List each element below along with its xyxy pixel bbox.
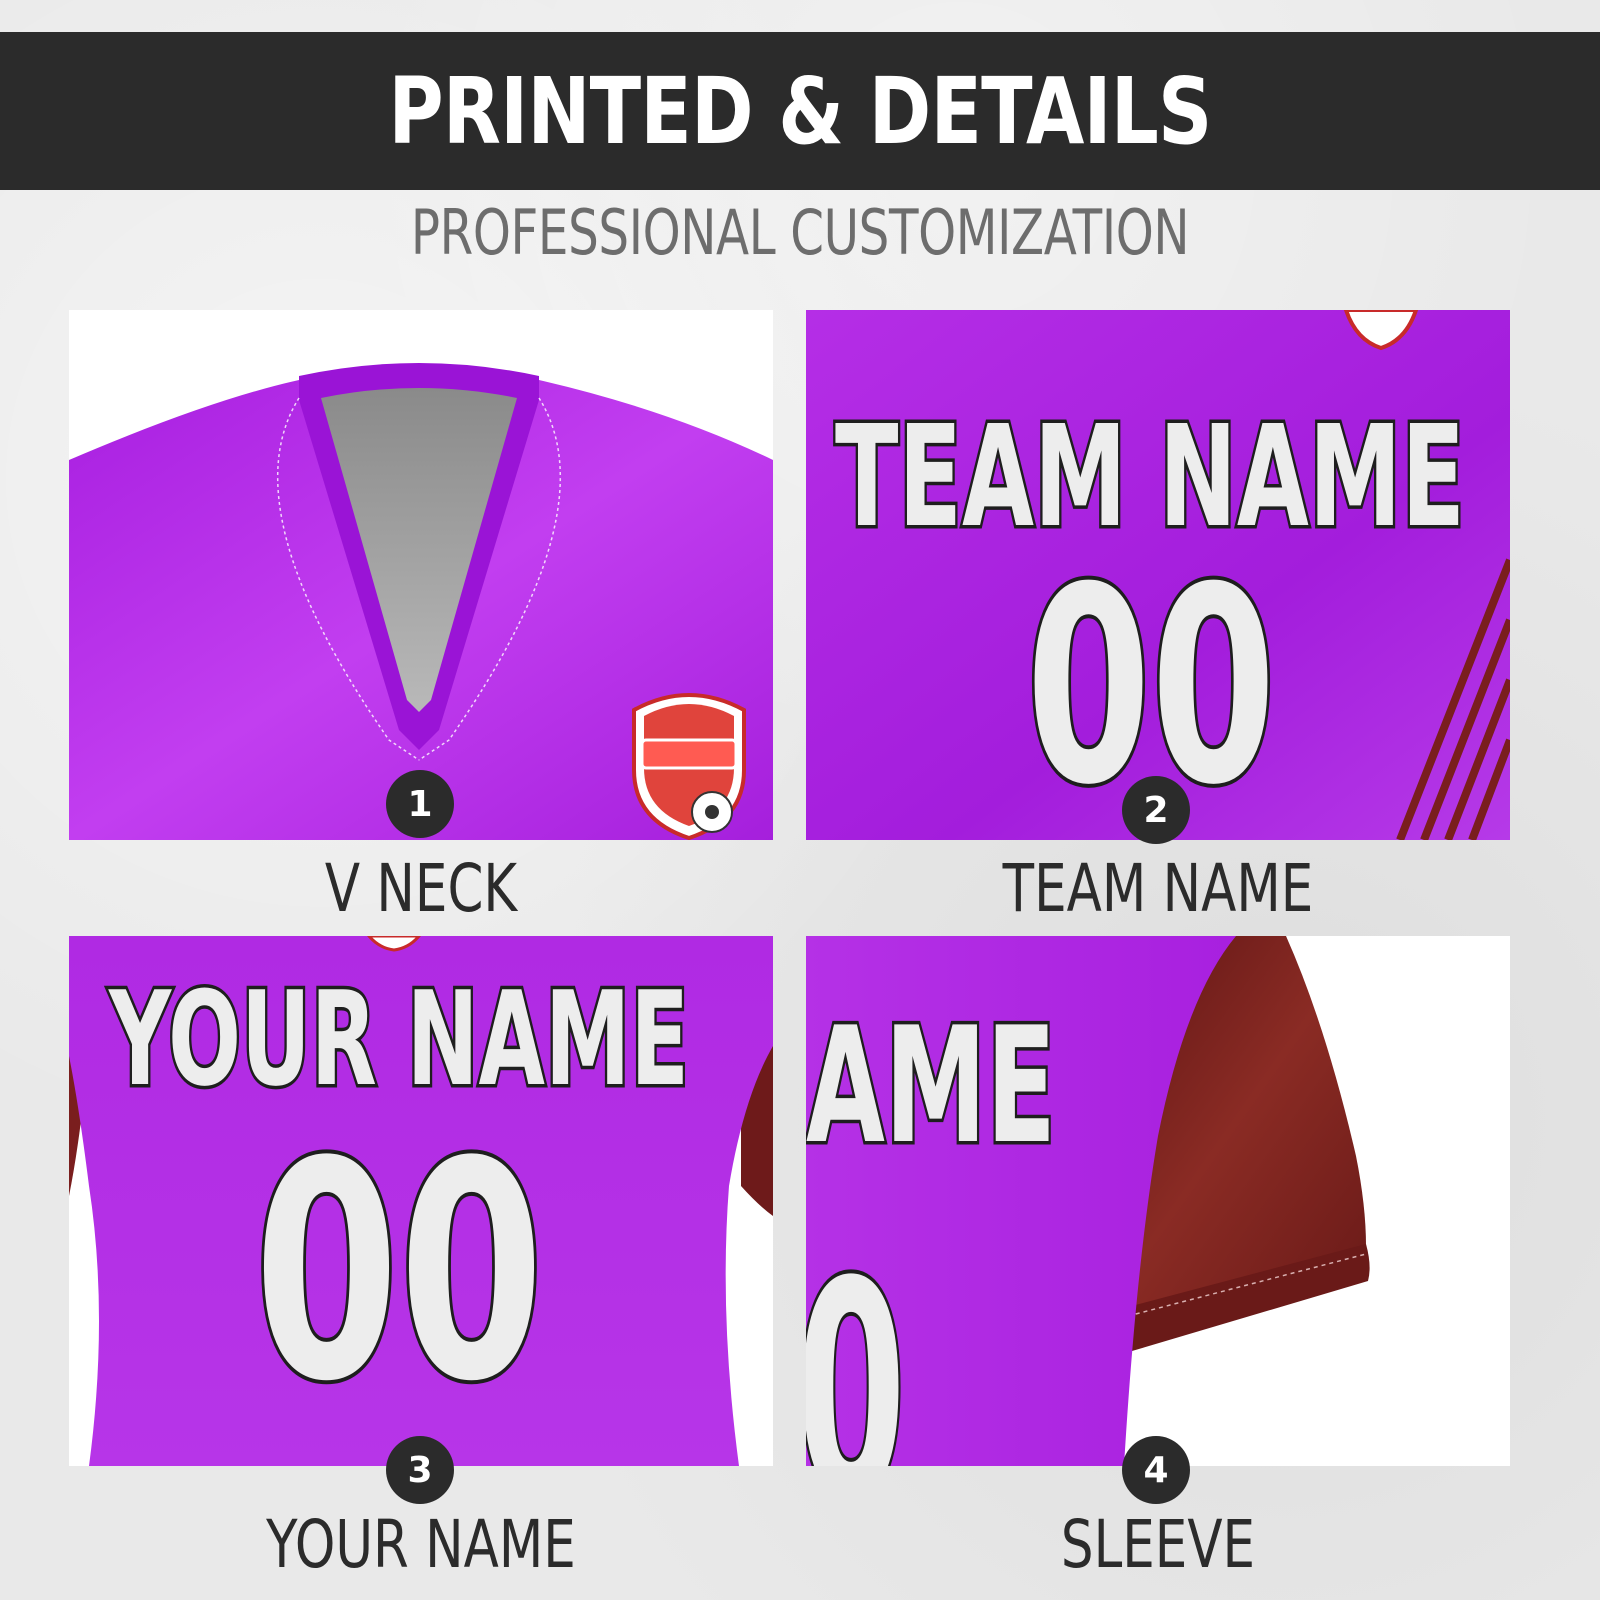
page-title: PRINTED & DETAILS (388, 57, 1212, 165)
team-name-image: TEAM NAME 00 (806, 310, 1510, 840)
label-team-name: TEAM NAME (1002, 850, 1314, 927)
step-badge-2: 2 (1122, 776, 1190, 844)
step-badge-1: 1 (386, 770, 454, 838)
label-your-name: YOUR NAME (266, 1506, 576, 1583)
player-name-image: YOUR NAME 00 (69, 936, 773, 1466)
sleeve-print-text: AME (806, 992, 1056, 1179)
sleeve-number-print: 0 (806, 1218, 906, 1466)
crest-icon (632, 693, 746, 840)
player-number-print: 00 (254, 1098, 544, 1447)
sleeve-image: AME 0 (806, 936, 1510, 1466)
step-badge-4: 4 (1122, 1436, 1190, 1504)
label-v-neck: V NECK (324, 850, 518, 927)
step-badge-3: 3 (386, 1436, 454, 1504)
title-banner: PRINTED & DETAILS (0, 32, 1600, 190)
label-sleeve: SLEEVE (1060, 1506, 1256, 1583)
v-neck-image (69, 310, 773, 840)
player-name-print-text: YOUR NAME (108, 963, 689, 1115)
page-subtitle: PROFESSIONAL CUSTOMIZATION (410, 196, 1190, 269)
